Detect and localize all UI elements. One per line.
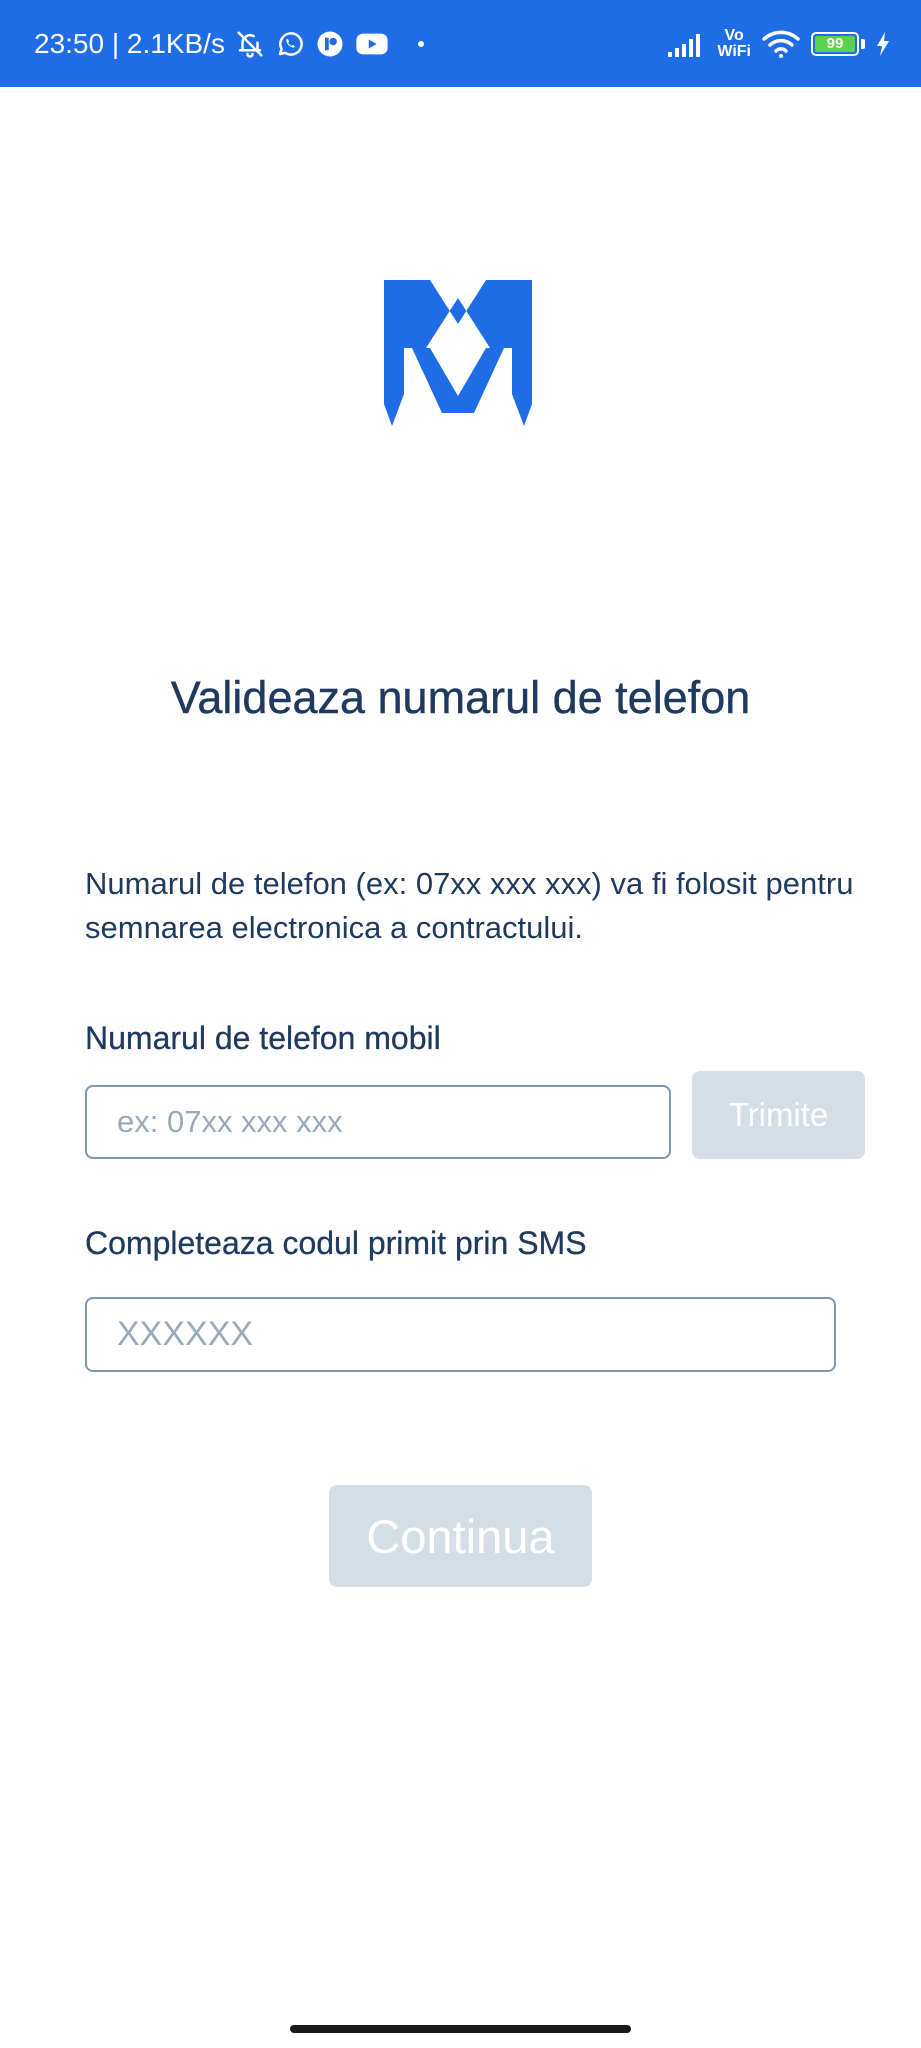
signal-icon <box>667 30 707 58</box>
m-logo-icon <box>382 278 534 428</box>
sms-code-input[interactable] <box>85 1297 836 1372</box>
charging-icon <box>875 31 891 57</box>
vowifi-indicator: Vo WiFi <box>717 26 751 60</box>
phone-input[interactable] <box>85 1085 671 1159</box>
page-title: Valideaza numarul de telefon <box>170 672 751 723</box>
wifi-label: WiFi <box>717 42 751 60</box>
whatsapp-icon <box>275 29 305 59</box>
phone-label: Numarul de telefon mobil <box>85 1020 441 1056</box>
sms-code-label: Completeaza codul primit prin SMS <box>85 1225 587 1261</box>
status-time: 23:50 | 2.1KB/s <box>34 27 225 59</box>
send-code-button[interactable]: Trimite <box>692 1071 865 1159</box>
status-left: 23:50 | 2.1KB/s <box>34 0 425 87</box>
battery-level: 99 <box>815 35 855 52</box>
bell-off-icon <box>235 29 265 59</box>
page-description: Numarul de telefon (ex: 07xx xxx xxx) va… <box>85 866 854 945</box>
status-right: Vo WiFi 99 <box>667 0 891 87</box>
home-indicator[interactable] <box>290 2025 631 2033</box>
battery-icon: 99 <box>811 31 859 56</box>
continue-button[interactable]: Continua <box>329 1485 592 1587</box>
wifi-icon <box>761 29 801 59</box>
vo-label: Vo <box>724 26 744 44</box>
battery-cap <box>861 38 865 49</box>
youtube-icon <box>355 31 389 57</box>
app-icon <box>315 29 345 59</box>
dot-icon <box>417 40 425 48</box>
status-bar: 23:50 | 2.1KB/s Vo WiFi 99 <box>0 0 921 87</box>
